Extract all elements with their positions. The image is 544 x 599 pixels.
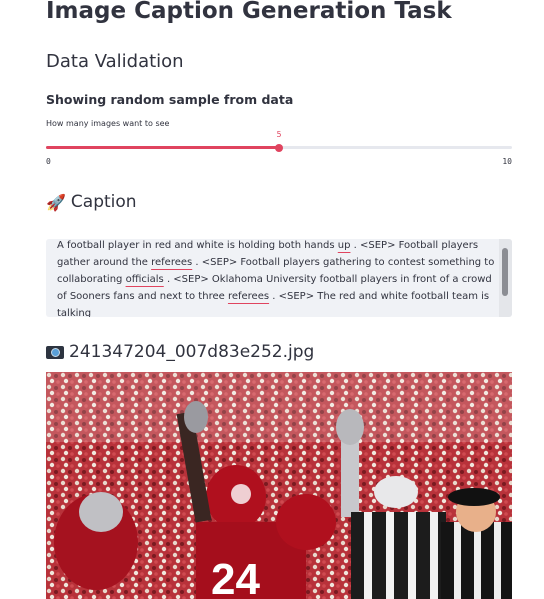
caption-segment: referees <box>151 257 193 268</box>
caption-segment: referees <box>227 291 270 302</box>
slider-label: How many images want to see <box>46 119 170 128</box>
caption-text-area[interactable]: A football player in red and white is ho… <box>46 239 512 317</box>
section-title: Data Validation <box>46 51 184 72</box>
page-title: Image Caption Generation Task <box>46 0 452 24</box>
slider-max: 10 <box>502 157 512 166</box>
image-header: 241347204_007d83e252.jpg <box>46 342 314 362</box>
football-photo: 24 <box>46 372 512 599</box>
subheader: Showing random sample from data <box>46 92 294 107</box>
caption-segment: up <box>337 240 351 251</box>
image-filename: 241347204_007d83e252.jpg <box>69 342 315 362</box>
camera-icon <box>46 345 64 359</box>
caption-title: Caption <box>70 192 137 212</box>
image-count-slider[interactable] <box>46 143 512 152</box>
caption-scrollbar-thumb[interactable] <box>502 248 508 296</box>
svg-text:24: 24 <box>211 555 260 599</box>
caption-header: 🚀 Caption <box>46 192 137 212</box>
caption-text: A football player in red and white is ho… <box>57 239 497 317</box>
slider-thumb[interactable] <box>275 143 283 152</box>
caption-segment: A football player in red and white is ho… <box>57 240 338 251</box>
caption-scrollbar[interactable] <box>499 239 512 317</box>
sample-image: 24 <box>46 372 512 599</box>
slider-value: 5 <box>276 130 282 139</box>
slider-fill <box>46 146 279 149</box>
caption-segment: officials <box>125 274 164 285</box>
rocket-icon: 🚀 <box>46 192 66 212</box>
slider-min: 0 <box>46 157 51 166</box>
